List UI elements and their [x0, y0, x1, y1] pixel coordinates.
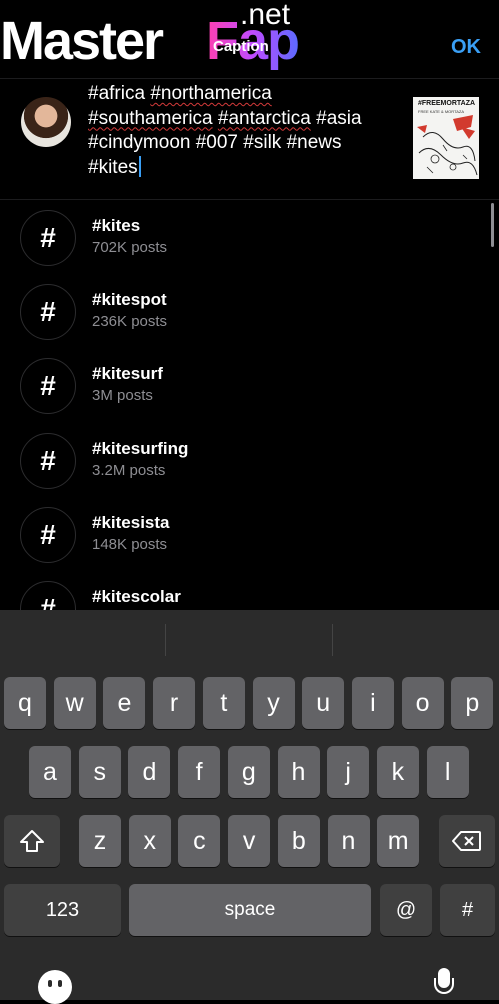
space-key[interactable]: space: [129, 884, 371, 936]
key-e[interactable]: e: [103, 677, 146, 729]
hashtag-name: #kitesurf: [92, 364, 163, 384]
key-w[interactable]: w: [53, 677, 96, 729]
top-bar: Master Fap .net Caption OK: [0, 0, 499, 79]
misspelled-word: #southamerica: [88, 107, 213, 129]
prediction-divider: [332, 624, 333, 656]
hashtag-suggestion-row[interactable]: # #kitescolar: [0, 581, 499, 610]
avatar: [21, 97, 71, 147]
caption-input[interactable]: #africa #northamerica #southamerica #anta…: [88, 82, 398, 180]
page-title: Caption: [213, 38, 269, 55]
hash-key[interactable]: #: [440, 884, 495, 936]
caption-line: #africa #northamerica: [88, 82, 398, 107]
thumbnail-subtitle: FREE KATE & MORTAZA: [418, 109, 465, 114]
hashtag-icon: #: [20, 432, 76, 489]
key-s[interactable]: s: [78, 746, 121, 798]
key-z[interactable]: z: [79, 815, 121, 867]
key-g[interactable]: g: [227, 746, 270, 798]
hashtag-icon: #: [20, 506, 76, 563]
hashtag-post-count: 148K posts: [92, 535, 168, 553]
hashtag-icon: #: [20, 581, 76, 610]
hashtag-post-count: 702K posts: [92, 239, 168, 256]
hashtag-suggestion-row[interactable]: # #kites 702K posts: [0, 210, 499, 284]
caption-text-segment: #africa: [88, 83, 151, 104]
at-key[interactable]: @: [380, 884, 432, 936]
caption-text-segment: #kites: [88, 156, 138, 178]
key-n[interactable]: n: [327, 815, 370, 867]
key-u[interactable]: u: [302, 677, 345, 729]
shift-icon: [20, 830, 44, 852]
watermark-net: .net: [240, 0, 291, 31]
watermark-master: Master: [0, 11, 164, 71]
key-o[interactable]: o: [401, 677, 444, 729]
key-f[interactable]: f: [178, 746, 221, 798]
misspelled-word: #northamerica: [150, 83, 272, 104]
key-y[interactable]: y: [252, 677, 295, 729]
hashtag-name: #kitespot: [92, 290, 167, 310]
key-b[interactable]: b: [277, 815, 320, 867]
key-r[interactable]: r: [153, 677, 196, 729]
caption-line: #kites: [88, 155, 398, 181]
key-x[interactable]: x: [128, 815, 171, 867]
key-l[interactable]: l: [426, 746, 469, 798]
caption-text-segment: #cindymoon #007 #silk #news: [88, 132, 342, 153]
key-p[interactable]: p: [451, 677, 494, 729]
keyboard-bottom-bar: [0, 960, 499, 1004]
hashtag-post-count: 236K posts: [92, 313, 168, 331]
caption-editor[interactable]: #africa #northamerica #southamerica #anta…: [0, 78, 499, 200]
post-thumbnail[interactable]: #FREEMORTAZA FREE KATE & MORTAZA: [413, 97, 479, 179]
hashtag-suggestions-list[interactable]: # #kites 702K posts # #kitespot 236K posts # #k…: [0, 200, 499, 610]
key-c[interactable]: c: [178, 815, 221, 867]
key-h[interactable]: h: [277, 746, 320, 798]
hashtag-icon: #: [20, 358, 76, 415]
hashtag-suggestion-row[interactable]: # #kitesurf 3M posts: [0, 358, 499, 432]
keyboard: q w e r t y u i o p a s d f g h j k l z x c v b n m 123 space @ #: [0, 610, 499, 1000]
key-a[interactable]: a: [29, 746, 71, 798]
backspace-icon: [452, 831, 481, 851]
misspelled-word: #antarctica: [217, 107, 311, 129]
numbers-key[interactable]: 123: [4, 884, 121, 936]
text-cursor: [138, 155, 141, 177]
key-d[interactable]: d: [128, 746, 171, 798]
key-i[interactable]: i: [351, 677, 394, 729]
key-k[interactable]: k: [376, 746, 419, 798]
shift-key[interactable]: [4, 815, 60, 867]
hashtag-name: #kitesista: [92, 512, 170, 532]
hashtag-name: #kitescolar: [92, 587, 181, 606]
caption-text-segment: #asia: [310, 107, 362, 129]
thumbnail-title: #FREEMORTAZA: [418, 100, 476, 107]
hashtag-suggestion-row[interactable]: # #kitesurfing 3.2M posts: [0, 432, 499, 507]
hashtag-post-count: 3M posts: [92, 387, 153, 405]
hashtag-name: #kitesurfing: [92, 438, 189, 458]
caption-line: #southamerica #antarctica #asia: [88, 107, 398, 132]
prediction-divider: [165, 624, 166, 656]
key-t[interactable]: t: [202, 677, 245, 729]
delete-key[interactable]: [439, 815, 495, 867]
hashtag-suggestion-row[interactable]: # #kitespot 236K posts: [0, 284, 499, 358]
scrollbar[interactable]: [491, 203, 494, 247]
key-q[interactable]: q: [4, 677, 46, 729]
caption-line: #cindymoon #007 #silk #news: [88, 131, 398, 156]
emoji-icon[interactable]: [38, 970, 72, 1004]
ok-button[interactable]: OK: [451, 36, 481, 59]
hashtag-icon: #: [20, 210, 76, 266]
key-j[interactable]: j: [327, 746, 370, 798]
key-v[interactable]: v: [228, 815, 271, 867]
hashtag-icon: #: [20, 284, 76, 341]
hashtag-suggestion-row[interactable]: # #kitesista 148K posts: [0, 506, 499, 581]
hashtag-name: #kites: [92, 216, 141, 235]
microphone-icon[interactable]: [434, 968, 454, 1000]
key-m[interactable]: m: [377, 815, 420, 867]
hashtag-post-count: 3.2M posts: [92, 461, 166, 479]
